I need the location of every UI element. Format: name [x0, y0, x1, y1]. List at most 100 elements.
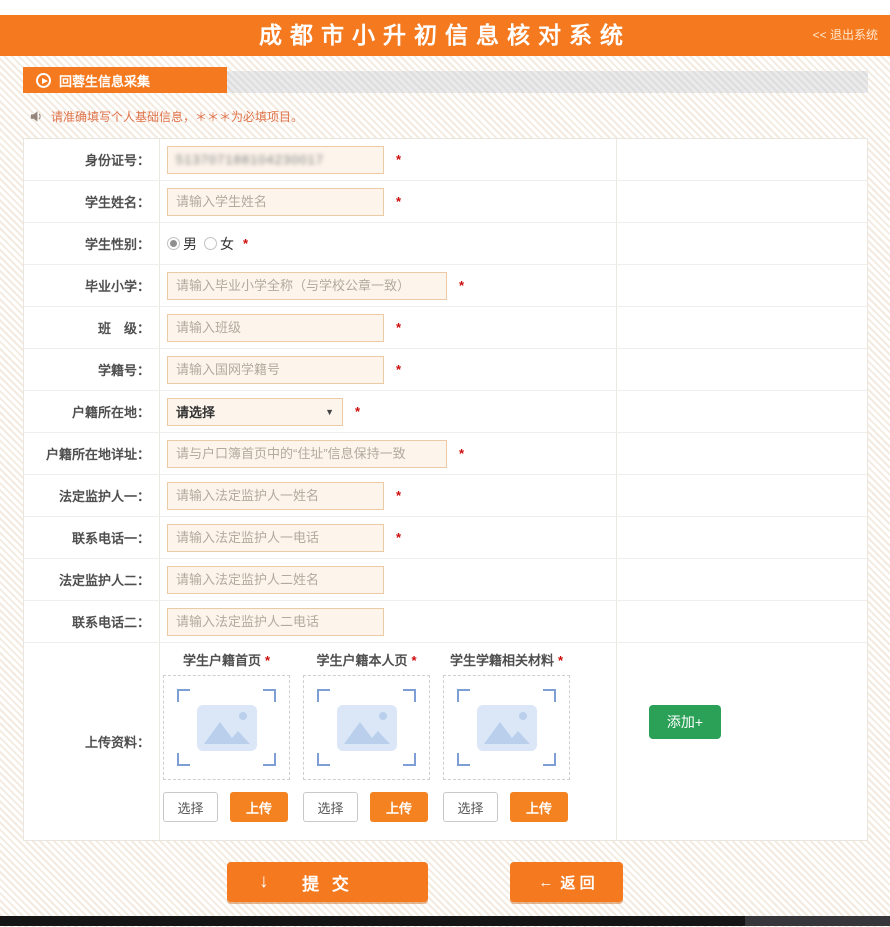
- household-location-select[interactable]: 请选择 ▼: [167, 398, 343, 426]
- viewfinder-bracket: [457, 753, 470, 766]
- arrow-left-icon: ←: [538, 874, 553, 891]
- radio-unselected-icon: [204, 237, 217, 250]
- field-label: 学籍号：: [24, 349, 160, 390]
- id-number-field[interactable]: 513707188104230017: [167, 146, 384, 174]
- field-label: 户籍所在地详址：: [24, 433, 160, 474]
- form-row-guardian-two: 法定监护人二：: [24, 559, 867, 601]
- form-row-student-id: 学籍号： *: [24, 349, 867, 391]
- form-row-id-number: 身份证号： 513707188104230017 *: [24, 139, 867, 181]
- notice-bar: 请准确填写个人基础信息，＊＊＊为必填项目。: [30, 107, 303, 125]
- upload-title: 学生户籍本人页*: [303, 651, 430, 671]
- id-number-masked-value: 513707188104230017: [176, 152, 324, 167]
- form-row-primary-school: 毕业小学： *: [24, 265, 867, 307]
- viewfinder-bracket: [457, 689, 470, 702]
- top-strip: [0, 0, 890, 15]
- required-asterisk: *: [459, 278, 464, 293]
- viewfinder-bracket: [177, 689, 190, 702]
- field-label: 学生性别：: [24, 223, 160, 264]
- select-value: 请选择: [176, 402, 215, 421]
- guardian-two-input[interactable]: [167, 566, 384, 594]
- upload-dropzone[interactable]: [163, 675, 290, 780]
- image-placeholder-icon: [336, 704, 398, 752]
- upload-column-school-materials: 学生学籍相关材料* 选择 上传: [443, 651, 570, 822]
- page: 成都市小升初信息核对系统 << 退出系统 回蓉生信息采集 请准确填写个人基础信息…: [0, 0, 890, 927]
- field-label: 上传资料：: [24, 643, 160, 840]
- upload-area: 学生户籍首页* 选择 上传: [160, 643, 617, 840]
- field-label: 法定监护人一：: [24, 475, 160, 516]
- upload-column-household-person-page: 学生户籍本人页* 选择 上传: [303, 651, 430, 822]
- notice-text: 请准确填写个人基础信息，＊＊＊为必填项目。: [51, 108, 303, 125]
- field-label: 学生姓名：: [24, 181, 160, 222]
- submit-button[interactable]: ↓ 提 交: [227, 862, 428, 902]
- logout-link[interactable]: << 退出系统: [813, 15, 878, 56]
- phone-two-input[interactable]: [167, 608, 384, 636]
- viewfinder-bracket: [317, 689, 330, 702]
- field-label: 联系电话一：: [24, 517, 160, 558]
- viewfinder-bracket: [263, 689, 276, 702]
- field-label: 班 级：: [24, 307, 160, 348]
- viewfinder-bracket: [543, 753, 556, 766]
- required-asterisk: *: [459, 446, 464, 461]
- field-label: 户籍所在地：: [24, 391, 160, 432]
- upload-column-household-front-page: 学生户籍首页* 选择 上传: [163, 651, 290, 822]
- radio-selected-icon: [167, 237, 180, 250]
- student-info-form: 身份证号： 513707188104230017 * 学生姓名： * 学生性别：: [23, 138, 868, 841]
- required-asterisk: *: [396, 320, 401, 335]
- upload-dropzone[interactable]: [443, 675, 570, 780]
- class-input[interactable]: [167, 314, 384, 342]
- student-registry-input[interactable]: [167, 356, 384, 384]
- form-row-gender: 学生性别： 男 女 *: [24, 223, 867, 265]
- viewfinder-bracket: [403, 753, 416, 766]
- form-row-guardian-one: 法定监护人一： *: [24, 475, 867, 517]
- upload-file-button[interactable]: 上传: [510, 792, 568, 822]
- required-asterisk: *: [396, 152, 401, 167]
- image-placeholder-icon: [476, 704, 538, 752]
- form-row-phone-one: 联系电话一： *: [24, 517, 867, 559]
- choose-file-button[interactable]: 选择: [303, 792, 358, 822]
- phone-one-input[interactable]: [167, 524, 384, 552]
- back-label: 返 回: [560, 872, 594, 893]
- form-row-phone-two: 联系电话二：: [24, 601, 867, 643]
- upload-file-button[interactable]: 上传: [230, 792, 288, 822]
- back-button[interactable]: ← 返 回: [510, 862, 623, 902]
- upload-dropzone[interactable]: [303, 675, 430, 780]
- gender-radio-male[interactable]: 男: [167, 234, 197, 254]
- household-address-input[interactable]: [167, 440, 447, 468]
- play-circle-icon: [36, 73, 51, 88]
- viewfinder-bracket: [317, 753, 330, 766]
- tab-label: 回蓉生信息采集: [59, 71, 150, 90]
- speaker-icon: [30, 110, 44, 123]
- field-label: 联系电话二：: [24, 601, 160, 642]
- required-asterisk: *: [411, 653, 416, 668]
- viewfinder-bracket: [263, 753, 276, 766]
- required-asterisk: *: [396, 194, 401, 209]
- form-row-household-address: 户籍所在地详址： *: [24, 433, 867, 475]
- gender-radio-female[interactable]: 女: [204, 234, 234, 254]
- student-name-input[interactable]: [167, 188, 384, 216]
- page-title: 成都市小升初信息核对系统: [0, 15, 890, 56]
- required-asterisk: *: [243, 236, 248, 251]
- add-more-button[interactable]: 添加+: [649, 705, 721, 739]
- required-asterisk: *: [396, 362, 401, 377]
- gender-radio-group: 男 女: [167, 234, 241, 254]
- viewfinder-bracket: [177, 753, 190, 766]
- viewfinder-bracket: [403, 689, 416, 702]
- submit-label: 提 交: [302, 875, 353, 894]
- upload-file-button[interactable]: 上传: [370, 792, 428, 822]
- form-row-upload-materials: 上传资料： 学生户籍首页*: [24, 643, 867, 840]
- guardian-one-input[interactable]: [167, 482, 384, 510]
- primary-school-input[interactable]: [167, 272, 447, 300]
- form-row-household-location: 户籍所在地： 请选择 ▼ *: [24, 391, 867, 433]
- choose-file-button[interactable]: 选择: [443, 792, 498, 822]
- required-asterisk: *: [558, 653, 563, 668]
- app-header: 成都市小升初信息核对系统 << 退出系统: [0, 15, 890, 56]
- field-label: 毕业小学：: [24, 265, 160, 306]
- image-placeholder-icon: [196, 704, 258, 752]
- choose-file-button[interactable]: 选择: [163, 792, 218, 822]
- tab-bar: 回蓉生信息采集: [23, 67, 868, 93]
- upload-title: 学生户籍首页*: [163, 651, 290, 671]
- chevron-down-icon: ▼: [325, 407, 334, 417]
- upload-title: 学生学籍相关材料*: [443, 651, 570, 671]
- required-asterisk: *: [396, 488, 401, 503]
- tab-student-info-collection[interactable]: 回蓉生信息采集: [23, 67, 227, 93]
